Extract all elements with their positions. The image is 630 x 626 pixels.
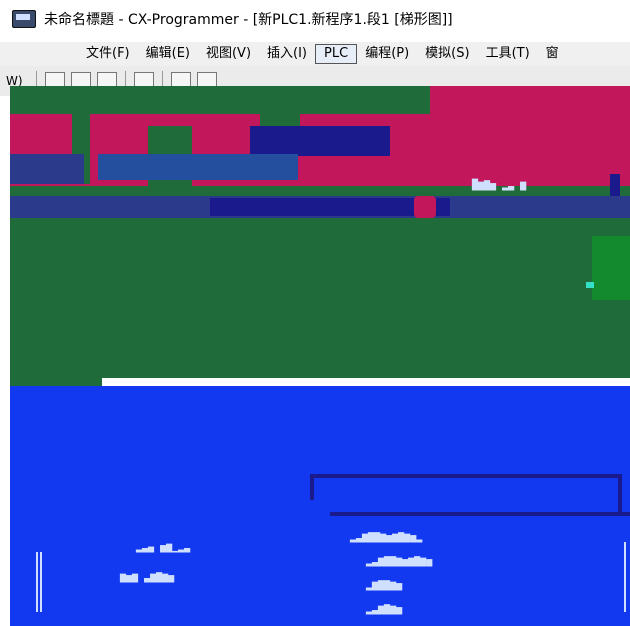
- corrupt-label-fragment: █▆▇▅ ▂▃ ▆: [472, 180, 527, 191]
- corrupt-line-light: [624, 542, 626, 612]
- corrupt-band-blue: [10, 386, 630, 626]
- corrupt-block-navy: [610, 174, 620, 196]
- corrupt-line-light: [36, 552, 38, 612]
- menu-tools[interactable]: 工具(T): [478, 43, 538, 65]
- corrupt-label-fragment: ▂▃▆▇▇▆▅▆▇▆▅▂: [350, 532, 423, 543]
- corrupt-line-light: [40, 552, 42, 612]
- corrupt-band-crimson-upper: [430, 86, 630, 146]
- corrupt-label-fragment: ▂▃▆▇▇▆▅▆▇▆▅: [366, 556, 433, 567]
- corrupt-line-navy: [618, 474, 622, 514]
- corrupt-block-navy: [98, 154, 298, 180]
- window-title: 未命名標題 - CX-Programmer - [新PLC1.新程序1.段1 […: [44, 12, 453, 28]
- corrupt-block-navy: [10, 154, 84, 184]
- corrupt-band-green: [10, 218, 630, 378]
- title-bar: 未命名標題 - CX-Programmer - [新PLC1.新程序1.段1 […: [0, 0, 630, 38]
- corrupt-label-fragment: ▂▆▇▇▆▅: [366, 580, 403, 591]
- corrupt-block-navy: [250, 126, 390, 156]
- menu-more[interactable]: 窗: [538, 43, 567, 65]
- corrupt-line-navy: [310, 474, 314, 500]
- corrupt-line-navy: [310, 474, 622, 478]
- corrupt-block-green-bright: [592, 236, 630, 300]
- corrupt-line-navy: [330, 512, 630, 516]
- menu-view[interactable]: 视图(V): [198, 43, 259, 65]
- corrupt-label-fragment: ▆▅▆ ▃▆▇▆▅: [120, 572, 175, 583]
- app-icon[interactable]: [12, 10, 36, 28]
- menu-file[interactable]: 文件(F): [78, 43, 138, 65]
- corrupt-label-fragment: ▂▃▄ ▅▆▁▂▃: [136, 542, 191, 553]
- menu-bar: 文件(F) 编辑(E) 视图(V) 插入(I) PLC 编程(P) 模拟(S) …: [0, 42, 630, 66]
- corrupt-label-fragment: ▂▃▆▇▆▅: [366, 604, 403, 615]
- corrupt-block-crimson: [414, 196, 436, 218]
- menu-edit[interactable]: 编辑(E): [138, 43, 198, 65]
- corrupt-accent-cyan: [586, 282, 594, 288]
- ladder-workspace[interactable]: █▆▇▅ ▂▃ ▆ ▂▃▄ ▅▆▁▂▃ ▂▃▆▇▇▆▅▆▇▆▅▂ ▂▃▆▇▇▆▅…: [10, 86, 630, 626]
- menu-program[interactable]: 编程(P): [357, 43, 417, 65]
- menu-plc[interactable]: PLC: [315, 44, 358, 64]
- menu-simulate[interactable]: 模拟(S): [417, 43, 477, 65]
- menu-insert[interactable]: 插入(I): [259, 43, 315, 65]
